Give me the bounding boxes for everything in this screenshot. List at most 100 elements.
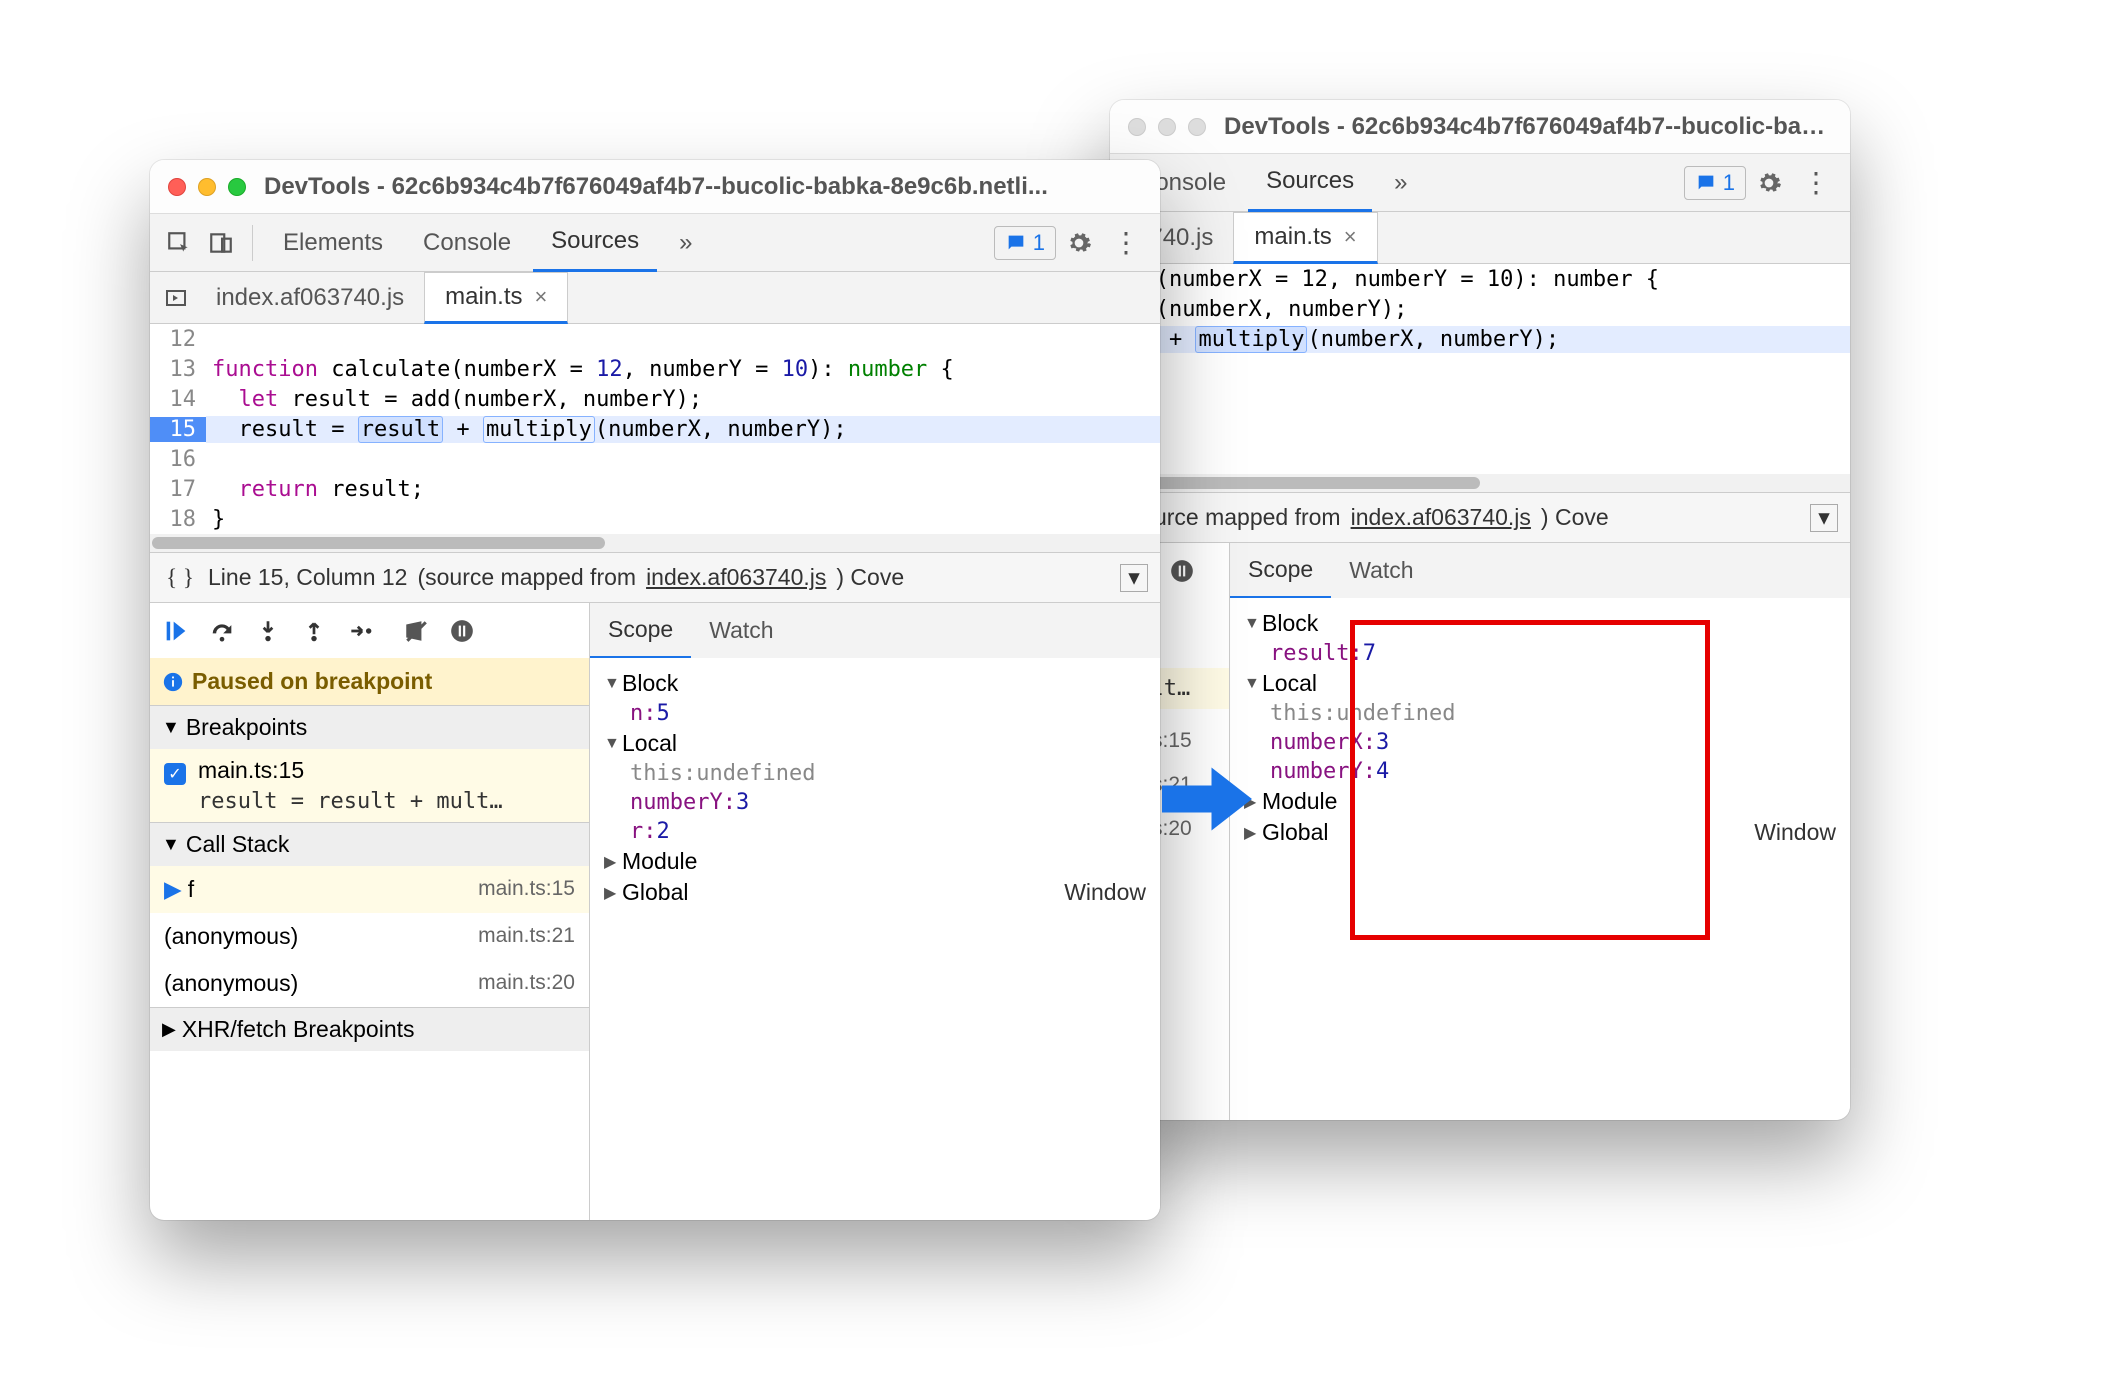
code-line-back-2: add(numberX, numberY);: [1110, 297, 1850, 322]
scope-tab-back[interactable]: Scope: [1230, 543, 1331, 599]
step-into-icon[interactable]: [250, 613, 286, 649]
code-line-18: }: [206, 507, 1160, 532]
bp-location: main.ts:15: [198, 757, 304, 783]
pretty-print-icon[interactable]: { }: [162, 565, 198, 591]
toolbar-back: Console Sources » 1 ⋮: [1110, 154, 1850, 212]
scope-global-back[interactable]: ▶GlobalWindow: [1244, 817, 1836, 848]
window-controls-front: [168, 178, 246, 196]
pause-icon[interactable]: [1164, 553, 1200, 589]
device-icon[interactable]: [202, 224, 240, 262]
titlebar-front: DevTools - 62c6b934c4b7f676049af4b7--buc…: [150, 160, 1160, 214]
window-close-front[interactable]: [168, 178, 186, 196]
chat-icon: [1005, 232, 1027, 254]
tab-more[interactable]: »: [661, 214, 710, 272]
status-mapped-link-back[interactable]: index.af063740.js: [1351, 504, 1531, 531]
h-scrollbar-back[interactable]: [1110, 474, 1850, 492]
kebab-menu[interactable]: ⋮: [1102, 226, 1150, 259]
code-area[interactable]: 12 13function calculate(numberX = 12, nu…: [150, 324, 1160, 534]
paused-message: Paused on breakpoint: [150, 658, 589, 705]
code-line-17: return result;: [206, 477, 1160, 502]
resume-icon[interactable]: [158, 613, 194, 649]
var-numbery-back: numberY: 4: [1244, 757, 1836, 786]
stack-frame-0[interactable]: ▶fmain.ts:15: [150, 866, 589, 913]
window-close-back[interactable]: [1128, 118, 1146, 136]
code-area-back[interactable]: ate(numberX = 12, numberY = 10): number …: [1110, 264, 1850, 474]
close-icon[interactable]: ×: [535, 284, 548, 310]
window-min-back[interactable]: [1158, 118, 1176, 136]
chip-multiply[interactable]: multiply: [483, 416, 595, 443]
scope-local[interactable]: ▼Local: [604, 728, 1146, 759]
panels: Paused on breakpoint ▼Breakpoints ✓ main.…: [150, 658, 1160, 1220]
tab-console[interactable]: Console: [405, 214, 529, 272]
window-max-front[interactable]: [228, 178, 246, 196]
status-mapped-suffix-back: ) Cove: [1541, 504, 1609, 531]
code-line-13: function calculate(numberX = 12, numberY…: [206, 357, 1160, 382]
gutter-16[interactable]: 16: [150, 447, 206, 472]
tab-sources[interactable]: Sources: [533, 214, 657, 272]
watch-tab[interactable]: Watch: [691, 603, 791, 659]
scope-global[interactable]: ▶GlobalWindow: [604, 877, 1146, 908]
gutter-14[interactable]: 14: [150, 387, 206, 412]
scope-local-back[interactable]: ▼Local: [1244, 668, 1836, 699]
navigator-icon[interactable]: [156, 286, 196, 310]
step-icon[interactable]: [342, 613, 378, 649]
h-scrollbar[interactable]: [150, 534, 1160, 552]
kebab-menu-back[interactable]: ⋮: [1792, 166, 1840, 199]
inspect-icon[interactable]: [160, 224, 198, 262]
tab-more-back[interactable]: »: [1376, 154, 1425, 212]
window-min-front[interactable]: [198, 178, 216, 196]
tab-elements[interactable]: Elements: [265, 214, 401, 272]
section-breakpoints[interactable]: ▼Breakpoints: [150, 705, 589, 749]
scope-block-back[interactable]: ▼Block: [1244, 608, 1836, 639]
stack-frame-1[interactable]: (anonymous)main.ts:21: [150, 913, 589, 960]
pause-exceptions-icon[interactable]: [444, 613, 480, 649]
debug-controls-row: Scope Watch: [150, 602, 1160, 658]
scope-tab[interactable]: Scope: [590, 603, 691, 659]
settings-button-back[interactable]: [1750, 164, 1788, 202]
settings-button[interactable]: [1060, 224, 1098, 262]
window-controls-back: [1128, 118, 1206, 136]
issues-badge-back[interactable]: 1: [1684, 166, 1746, 200]
panels-back: mult… in.ts:15 in.ts:21 in.ts:20 ▼Block …: [1110, 598, 1850, 1120]
var-numberx-back: numberX: 3: [1244, 728, 1836, 757]
file-tab-main-label: main.ts: [445, 283, 522, 311]
var-numbery: numberY: 3: [604, 788, 1146, 817]
file-tab-main-back[interactable]: main.ts ×: [1233, 212, 1377, 264]
gutter-17[interactable]: 17: [150, 477, 206, 502]
devtools-window-back: DevTools - 62c6b934c4b7f676049af4b7--buc…: [1110, 100, 1850, 1120]
scope-block[interactable]: ▼Block: [604, 668, 1146, 699]
file-tab-index[interactable]: index.af063740.js: [196, 272, 424, 324]
scope-module[interactable]: ▶Module: [604, 846, 1146, 877]
issues-badge[interactable]: 1: [994, 226, 1056, 260]
close-icon[interactable]: ×: [1344, 224, 1357, 250]
status-mapped-link[interactable]: index.af063740.js: [646, 564, 826, 591]
deactivate-bp-icon-front[interactable]: [398, 613, 434, 649]
window-max-back[interactable]: [1188, 118, 1206, 136]
checkbox-icon[interactable]: ✓: [164, 763, 186, 785]
gear-icon: [1756, 170, 1782, 196]
chip-result[interactable]: result: [358, 416, 443, 443]
scope-module-back[interactable]: ▶Module: [1244, 786, 1836, 817]
step-over-icon[interactable]: [204, 613, 240, 649]
file-tab-main[interactable]: main.ts ×: [424, 272, 568, 324]
dropdown-icon[interactable]: ▾: [1120, 564, 1148, 592]
debug-controls-row-back: Scope Watch: [1110, 542, 1850, 598]
section-callstack[interactable]: ▼Call Stack: [150, 822, 589, 866]
devtools-window-front: DevTools - 62c6b934c4b7f676049af4b7--buc…: [150, 160, 1160, 1220]
gear-icon: [1066, 230, 1092, 256]
gutter-13[interactable]: 13: [150, 357, 206, 382]
breakpoint-item[interactable]: ✓main.ts:15 result = result + mult…: [150, 749, 589, 822]
stack-frame-2[interactable]: (anonymous)main.ts:20: [150, 960, 589, 1007]
gutter-18[interactable]: 18: [150, 507, 206, 532]
section-xhr[interactable]: ▶XHR/fetch Breakpoints: [150, 1007, 589, 1051]
tab-sources-back[interactable]: Sources: [1248, 154, 1372, 212]
var-n: n: 5: [604, 699, 1146, 728]
info-icon: [162, 671, 184, 693]
step-out-icon[interactable]: [296, 613, 332, 649]
gutter-15-breakpoint[interactable]: 15: [150, 417, 206, 442]
watch-tab-back[interactable]: Watch: [1331, 543, 1431, 599]
chip-multiply-back[interactable]: multiply: [1195, 326, 1307, 353]
dropdown-icon-back[interactable]: ▾: [1810, 504, 1838, 532]
code-line-back-1: ate(numberX = 12, numberY = 10): number …: [1110, 267, 1850, 292]
gutter-12[interactable]: 12: [150, 327, 206, 352]
